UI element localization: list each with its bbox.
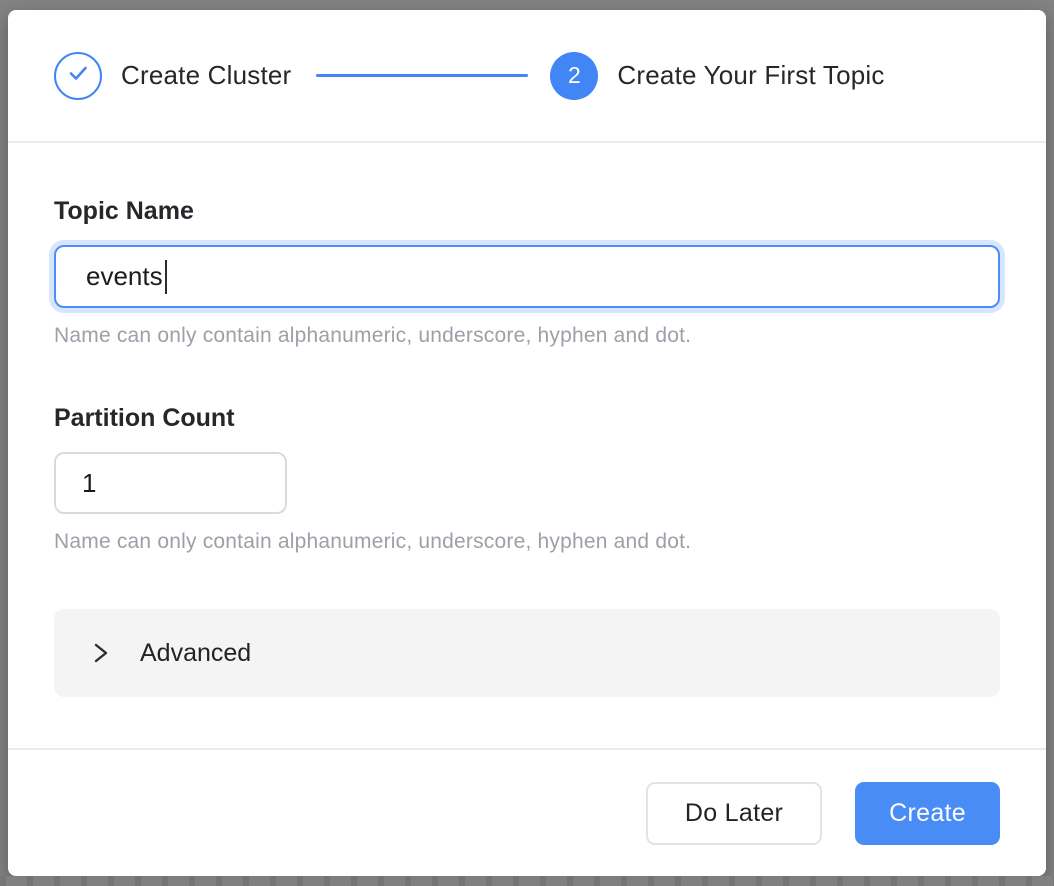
dialog-footer: Do Later Create bbox=[8, 748, 1046, 876]
stepper-step-create-topic: 2 Create Your First Topic bbox=[550, 52, 884, 100]
dimmed-page-background bbox=[0, 876, 1054, 886]
topic-name-input[interactable]: events bbox=[54, 245, 1000, 308]
partition-count-input[interactable]: 1 bbox=[54, 452, 287, 514]
step-number-badge: 2 bbox=[550, 52, 598, 100]
step-label-create-cluster: Create Cluster bbox=[121, 60, 291, 91]
partition-count-value: 1 bbox=[82, 468, 96, 499]
advanced-section-label: Advanced bbox=[140, 639, 251, 668]
wizard-stepper: Create Cluster 2 Create Your First Topic bbox=[8, 10, 1046, 143]
create-button[interactable]: Create bbox=[855, 782, 1000, 845]
chevron-right-icon bbox=[89, 641, 113, 665]
text-caret bbox=[165, 260, 167, 294]
partition-count-label: Partition Count bbox=[54, 404, 1000, 433]
dialog-body: Topic Name events Name can only contain … bbox=[8, 143, 1046, 748]
step-completed-badge bbox=[54, 52, 102, 100]
topic-name-value: events bbox=[86, 261, 163, 292]
advanced-section-toggle[interactable]: Advanced bbox=[54, 609, 1000, 697]
topic-name-helper: Name can only contain alphanumeric, unde… bbox=[54, 324, 1000, 348]
do-later-button[interactable]: Do Later bbox=[646, 782, 822, 845]
step-number: 2 bbox=[568, 62, 581, 89]
stepper-connector-line bbox=[316, 74, 528, 77]
check-icon bbox=[65, 60, 91, 91]
topic-name-label: Topic Name bbox=[54, 197, 1000, 226]
stepper-step-create-cluster: Create Cluster bbox=[54, 52, 291, 100]
step-label-create-topic: Create Your First Topic bbox=[617, 60, 884, 91]
create-topic-dialog: Create Cluster 2 Create Your First Topic… bbox=[8, 10, 1046, 876]
partition-count-helper: Name can only contain alphanumeric, unde… bbox=[54, 530, 1000, 554]
